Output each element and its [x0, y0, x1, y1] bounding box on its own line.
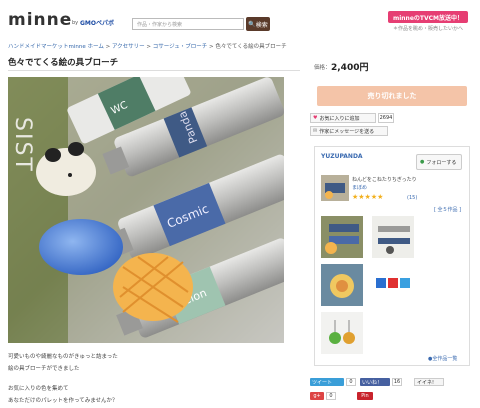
breadcrumb-accessory[interactable]: アクセサリー	[112, 44, 145, 50]
add-favorite-button[interactable]: ♥ お気に入りに追加	[310, 113, 376, 123]
product-photo-image: SIST Panda Cosmic Melon WC	[8, 77, 284, 343]
all-works-link[interactable]: ●全作品一覧	[428, 355, 457, 362]
sold-out-button[interactable]: 売り切れました	[317, 86, 467, 106]
facebook-like-button[interactable]: いいね！	[360, 378, 390, 386]
shop-name[interactable]: YUZUPANDA	[321, 153, 363, 160]
product-description-line: 絵の具ブローチができました	[8, 366, 80, 372]
thumbnail-image	[321, 264, 363, 306]
follow-button[interactable]: ● フォローする	[416, 154, 462, 170]
tvcm-banner[interactable]: minneのTVCM放送中！	[388, 11, 468, 23]
breadcrumb-brooch[interactable]: コサージュ・ブローチ	[153, 44, 208, 50]
breadcrumb-separator: >	[105, 44, 111, 50]
shop-description: ねんどをこねたりちぎったり まぼめ	[352, 176, 417, 192]
breadcrumb-home[interactable]: ハンドメイドマーケットminne ホーム	[8, 44, 104, 50]
breadcrumb-separator: >	[209, 44, 214, 50]
follow-icon: ●	[420, 159, 425, 165]
breadcrumb-current: 色々でてくる絵の具ブローチ	[215, 44, 287, 50]
site-header: minne by GMOペパボ 作品・作家から検索 🔍 検索 minneのTVCM…	[0, 0, 480, 36]
gmo-logo: GMOペパボ	[80, 20, 114, 27]
thumbnail-image	[372, 216, 414, 258]
svg-text:SIST: SIST	[10, 117, 35, 173]
product-description-line: お気に入りの色を集めて	[8, 386, 69, 392]
favorite-count: 2694	[378, 113, 394, 123]
product-title: 色々でてくる絵の具ブローチ	[8, 58, 119, 68]
product-description-line: あなただけのパレットを作ってみませんか？	[8, 398, 118, 404]
gplus-count: 0	[326, 392, 336, 400]
message-creator-button[interactable]: ✉ 作家にメッセージを送る	[310, 126, 388, 136]
thumbnail-image	[321, 312, 363, 354]
message-creator-label: 作家にメッセージを送る	[319, 128, 375, 135]
price-value: 2,400円	[331, 63, 369, 73]
tweet-button[interactable]: ツイート	[310, 378, 344, 386]
follow-label: フォローする	[426, 159, 457, 166]
rating-stars: ★★★★★	[352, 193, 384, 201]
all-works-count[interactable]: [ 全５作品 ]	[434, 206, 461, 213]
search-input[interactable]: 作品・作家から検索	[132, 18, 244, 30]
shop-work-thumbnail[interactable]	[321, 264, 363, 306]
heart-icon: ♥	[313, 115, 318, 121]
product-photo[interactable]: SIST Panda Cosmic Melon WC	[8, 77, 284, 343]
tweet-count: 0	[346, 378, 356, 386]
mixi-iine-button[interactable]: イイネ!	[414, 378, 444, 386]
product-description-line: 可愛いものや綺麗なものがきゅっと詰まった	[8, 354, 118, 360]
shop-work-thumbnail[interactable]	[321, 312, 363, 354]
add-favorite-label: お気に入りに追加	[319, 115, 360, 122]
search-button[interactable]: 🔍 検索	[246, 17, 270, 31]
thumbnail-image	[372, 264, 414, 306]
price-label: 価格：	[314, 65, 331, 71]
review-count[interactable]: (15)	[407, 195, 417, 201]
shop-work-thumbnail[interactable]	[372, 264, 414, 306]
title-divider	[8, 70, 300, 71]
pinterest-button[interactable]: Pin	[357, 392, 373, 400]
site-logo[interactable]: minne	[8, 10, 72, 30]
search-button-label: 検索	[255, 21, 268, 29]
shop-description-line: ねんどをこねたりちぎったり	[352, 177, 417, 183]
mail-icon: ✉	[313, 128, 318, 134]
facebook-like-count: 16	[392, 378, 402, 386]
breadcrumb-separator: >	[146, 44, 152, 50]
logo-by-text: by	[72, 20, 79, 26]
shop-avatar[interactable]	[321, 175, 349, 201]
shop-avatar-image	[321, 175, 349, 201]
shop-work-thumbnail[interactable]	[372, 216, 414, 258]
tvcm-sub[interactable]: ＊作品を眺め・販売したいかへ	[388, 25, 468, 35]
gplus-button[interactable]: g+	[310, 392, 324, 400]
shop-description-link[interactable]: まぼめ	[352, 184, 417, 192]
thumbnail-image	[321, 216, 363, 258]
search-icon: 🔍	[248, 20, 256, 28]
breadcrumb: ハンドメイドマーケットminne ホーム > アクセサリー > コサージュ・ブロ…	[8, 42, 287, 50]
shop-work-thumbnail[interactable]	[321, 216, 363, 258]
